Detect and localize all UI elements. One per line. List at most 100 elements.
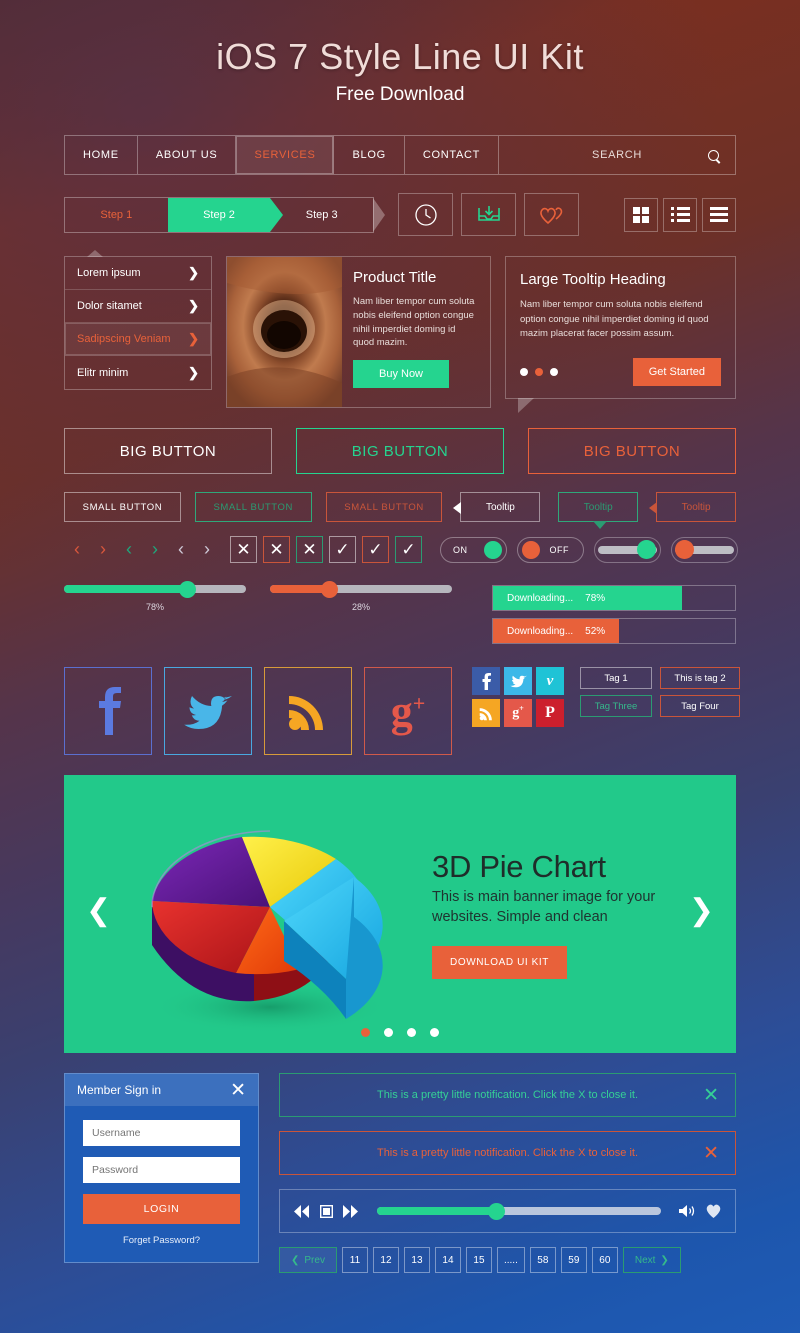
- list-item[interactable]: Lorem ipsum ❯: [65, 257, 211, 290]
- toggle-on[interactable]: ON: [440, 536, 507, 563]
- get-started-button[interactable]: Get Started: [632, 358, 721, 387]
- page-12[interactable]: 12: [372, 1247, 399, 1273]
- prev-arrow-white[interactable]: ‹: [168, 539, 194, 560]
- cards-row: Lorem ipsum ❯ Dolor sitamet ❯ Sadipscing…: [64, 250, 736, 414]
- rss-button[interactable]: [264, 667, 352, 755]
- close-checkbox-white[interactable]: ✕: [230, 536, 257, 563]
- tag-3[interactable]: Tag Three: [580, 695, 652, 717]
- list-item-highlighted[interactable]: Sadipscing Veniam ❯: [65, 323, 211, 356]
- twitter-button[interactable]: [164, 667, 252, 755]
- vimeo-small-button[interactable]: v: [536, 667, 564, 695]
- player-progress-knob[interactable]: [487, 1202, 505, 1220]
- clock-button[interactable]: [398, 193, 453, 236]
- next-arrow-orange[interactable]: ›: [90, 539, 116, 560]
- list-view-button[interactable]: [663, 197, 697, 232]
- buy-now-button[interactable]: Buy Now: [353, 360, 449, 389]
- banner-next-button[interactable]: ❯: [689, 893, 714, 928]
- tooltip-white[interactable]: Tooltip: [453, 492, 541, 522]
- close-checkbox-green[interactable]: ✕: [296, 536, 323, 563]
- close-icon[interactable]: ✕: [703, 1084, 719, 1107]
- download-ui-kit-button[interactable]: DOWNLOAD UI KIT: [432, 945, 568, 979]
- banner-dot[interactable]: [430, 1028, 439, 1037]
- step-1[interactable]: Step 1: [65, 197, 180, 232]
- forgot-password-link[interactable]: Forget Password?: [83, 1235, 240, 1246]
- stop-icon[interactable]: [320, 1204, 333, 1218]
- banner-dot[interactable]: [407, 1028, 416, 1037]
- tag-1[interactable]: Tag 1: [580, 667, 652, 689]
- page-60[interactable]: 60: [591, 1247, 618, 1273]
- step-3[interactable]: Step 3: [270, 197, 386, 232]
- page-13[interactable]: 13: [403, 1247, 430, 1273]
- pinterest-small-button[interactable]: P: [536, 699, 564, 727]
- check-checkbox-green[interactable]: ✓: [395, 536, 422, 563]
- small-button-green[interactable]: SMALL BUTTON: [194, 492, 312, 522]
- tag-2[interactable]: This is tag 2: [660, 667, 740, 689]
- heart-icon[interactable]: [706, 1204, 721, 1218]
- page-11[interactable]: 11: [341, 1247, 368, 1273]
- nav-item-services[interactable]: SERVICES: [236, 136, 335, 174]
- banner-prev-button[interactable]: ❮: [86, 893, 111, 928]
- slider-toggle-orange[interactable]: [671, 536, 738, 563]
- nav-item-home[interactable]: HOME: [65, 136, 138, 174]
- tooltip-green[interactable]: Tooltip: [558, 492, 639, 529]
- check-checkbox-orange[interactable]: ✓: [362, 536, 389, 563]
- grid-view-button[interactable]: [624, 197, 658, 232]
- menu-view-button[interactable]: [702, 197, 736, 232]
- password-input[interactable]: [83, 1157, 240, 1183]
- big-button-orange[interactable]: BIG BUTTON: [528, 428, 736, 474]
- username-input[interactable]: [83, 1120, 240, 1146]
- step-2[interactable]: Step 2: [167, 197, 283, 232]
- close-checkbox-orange[interactable]: ✕: [263, 536, 290, 563]
- list-item[interactable]: Dolor sitamet ❯: [65, 290, 211, 323]
- toggle-off[interactable]: OFF: [517, 536, 584, 563]
- page-15[interactable]: 15: [465, 1247, 492, 1273]
- fast-forward-icon[interactable]: [343, 1204, 359, 1218]
- nav-item-about-us[interactable]: ABOUT US: [138, 136, 237, 174]
- small-button-orange[interactable]: SMALL BUTTON: [325, 492, 443, 522]
- check-checkbox-white[interactable]: ✓: [329, 536, 356, 563]
- next-arrow-green[interactable]: ›: [142, 539, 168, 560]
- close-icon[interactable]: ✕: [703, 1142, 719, 1165]
- search-input[interactable]: SEARCH: [499, 136, 735, 174]
- page-59[interactable]: 59: [560, 1247, 587, 1273]
- tooltip-orange[interactable]: Tooltip: [649, 492, 737, 522]
- slider-knob[interactable]: [178, 580, 196, 598]
- pagination-prev[interactable]: ❮ Prev: [279, 1247, 337, 1273]
- favorites-button[interactable]: [524, 193, 579, 236]
- googleplus-button[interactable]: g+: [364, 667, 452, 755]
- close-icon[interactable]: ✕: [230, 1079, 246, 1102]
- page-58[interactable]: 58: [529, 1247, 556, 1273]
- inbox-download-button[interactable]: [461, 193, 516, 236]
- slider-green[interactable]: 78%: [64, 580, 246, 612]
- slider-toggle-green[interactable]: [594, 536, 661, 563]
- facebook-button[interactable]: [64, 667, 152, 755]
- rss-small-button[interactable]: [472, 699, 500, 727]
- list-item[interactable]: Elitr minim ❯: [65, 356, 211, 389]
- twitter-small-button[interactable]: [504, 667, 532, 695]
- facebook-small-button[interactable]: [472, 667, 500, 695]
- nav-item-contact[interactable]: CONTACT: [405, 136, 500, 174]
- carousel-dot[interactable]: [550, 368, 558, 377]
- slider-knob[interactable]: [320, 580, 338, 598]
- player-progress-track[interactable]: [377, 1202, 661, 1220]
- googleplus-small-button[interactable]: g+: [504, 699, 532, 727]
- rewind-icon[interactable]: [294, 1204, 310, 1218]
- volume-icon[interactable]: [679, 1204, 696, 1218]
- search-icon[interactable]: [708, 149, 719, 161]
- carousel-dot-active[interactable]: [535, 368, 543, 377]
- big-button-white[interactable]: BIG BUTTON: [64, 428, 272, 474]
- nav-item-blog[interactable]: BLOG: [334, 136, 405, 174]
- banner-dot-active[interactable]: [361, 1028, 370, 1037]
- banner-dot[interactable]: [384, 1028, 393, 1037]
- prev-arrow-orange[interactable]: ‹: [64, 539, 90, 560]
- big-button-green[interactable]: BIG BUTTON: [296, 428, 504, 474]
- page-14[interactable]: 14: [434, 1247, 461, 1273]
- login-button[interactable]: LOGIN: [83, 1194, 240, 1224]
- carousel-dot[interactable]: [520, 368, 528, 377]
- next-arrow-white[interactable]: ›: [194, 539, 220, 560]
- pagination-next[interactable]: Next ❯: [622, 1247, 681, 1273]
- small-button-white[interactable]: SMALL BUTTON: [64, 492, 181, 522]
- slider-orange[interactable]: 28%: [270, 580, 452, 612]
- prev-arrow-green[interactable]: ‹: [116, 539, 142, 560]
- tag-4[interactable]: Tag Four: [660, 695, 740, 717]
